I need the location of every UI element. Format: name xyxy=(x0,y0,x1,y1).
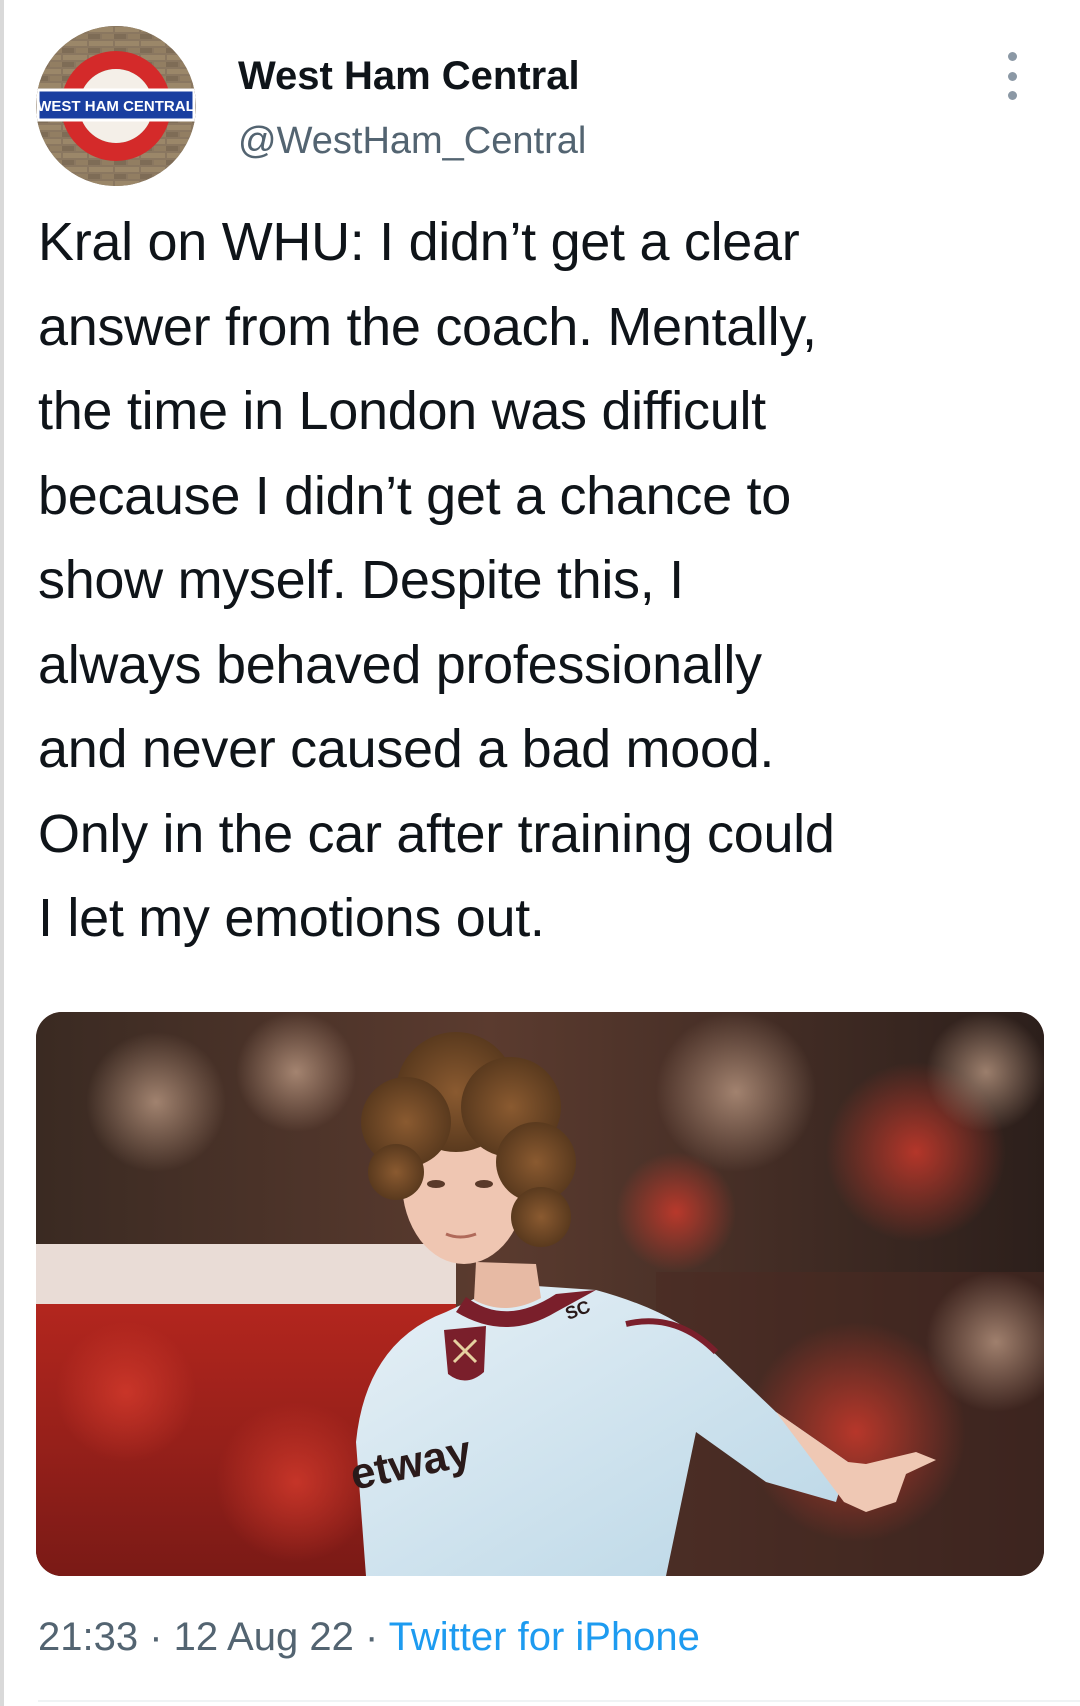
tweet-text-line: answer from the coach. Mentally, xyxy=(38,296,817,357)
tweet-text-line: always behaved professionally xyxy=(38,634,762,695)
meta-separator: · xyxy=(138,1615,174,1659)
display-name[interactable]: West Ham Central xyxy=(238,52,580,100)
tweet-date[interactable]: 12 Aug 22 xyxy=(174,1615,354,1659)
edge-border xyxy=(0,0,4,1706)
tweet-photo[interactable]: etway SC xyxy=(36,1012,1044,1576)
tweet-meta: 21:33 · 12 Aug 22 · Twitter for iPhone xyxy=(38,1612,700,1662)
avatar[interactable]: WEST HAM CENTRAL xyxy=(36,26,196,186)
tweet-text: Kral on WHU: I didn’t get a clear answer… xyxy=(38,200,1058,961)
dot xyxy=(1007,91,1017,100)
meta-separator: · xyxy=(353,1615,389,1659)
tweet-text-line: Kral on WHU: I didn’t get a clear xyxy=(38,212,800,272)
tweet-text-line: I let my emotions out. xyxy=(38,888,545,948)
dot xyxy=(1007,52,1017,61)
divider xyxy=(38,1700,1080,1702)
dot xyxy=(1007,71,1017,81)
tweet-text-line: show myself. Despite this, I xyxy=(38,550,684,610)
more-vertical-icon[interactable] xyxy=(1000,52,1024,100)
tweet-time[interactable]: 21:33 xyxy=(38,1615,138,1659)
tweet-source-link[interactable]: Twitter for iPhone xyxy=(389,1615,700,1659)
tweet-text-line: Only in the car after training could xyxy=(38,803,835,864)
tweet: WEST HAM CENTRAL West Ham Central @WestH… xyxy=(0,0,1080,1706)
tweet-text-line: and never caused a bad mood. xyxy=(38,719,775,779)
tweet-text-line: because I didn’t get a chance to xyxy=(38,465,791,526)
user-handle[interactable]: @WestHam_Central xyxy=(238,118,586,164)
tweet-text-line: the time in London was difficult xyxy=(38,381,766,441)
avatar-banner-text: WEST HAM CENTRAL xyxy=(37,98,195,115)
